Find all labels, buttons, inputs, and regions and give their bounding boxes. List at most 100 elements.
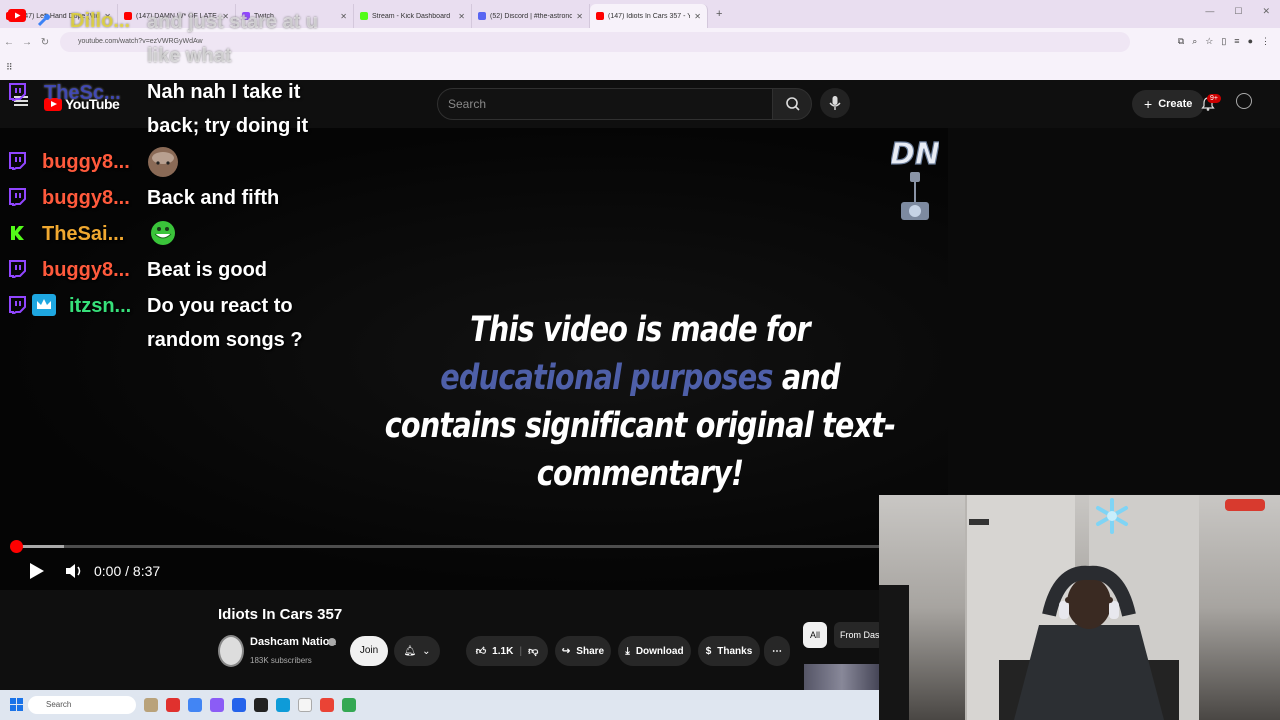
plus-icon: + (1144, 96, 1153, 112)
close-tab-icon[interactable]: ✕ (576, 12, 583, 21)
browser-tab-active[interactable]: (147) Idiots In Cars 357 - YouTube ✕ (590, 4, 708, 28)
account-avatar[interactable] (1236, 93, 1252, 109)
more-actions-button[interactable]: ⋯ (764, 636, 790, 666)
twitch-platform-icon (9, 188, 26, 206)
close-window-icon[interactable]: ✕ (1262, 6, 1270, 17)
chat-username: itzsn... (69, 295, 132, 317)
search-input[interactable]: Search (437, 88, 773, 120)
webcam-overlay (879, 495, 1280, 720)
disclaimer-part: This video is made for (470, 310, 811, 350)
join-button[interactable]: Join (350, 636, 388, 666)
window-controls: — ☐ ✕ (1205, 6, 1270, 17)
profile-icon[interactable]: ● (1248, 36, 1253, 47)
voice-search-button[interactable] (820, 88, 850, 118)
app-icon[interactable] (144, 698, 158, 712)
tab-title: Stream - Kick Dashboard (372, 12, 451, 20)
bookmark-star-icon[interactable]: ☆ (1205, 36, 1213, 47)
obs-icon[interactable] (254, 698, 268, 712)
chat-username: buggy8... (42, 187, 130, 209)
screenshot-icon[interactable]: ⧉ (1178, 36, 1184, 47)
download-button[interactable]: ⤓ Download (618, 636, 691, 666)
youtube-favicon-icon (596, 12, 604, 20)
door-sign-icon (969, 519, 989, 525)
disclaimer-highlight: educational purposes (440, 358, 773, 398)
kick-favicon-icon (360, 12, 368, 20)
thanks-icon: $ (705, 645, 712, 657)
chat-message: Beat is good (147, 259, 268, 281)
progress-bar[interactable] (16, 545, 880, 548)
close-tab-icon[interactable]: ✕ (694, 12, 701, 21)
chat-message: and just stare at u (147, 11, 319, 33)
chat-message: Do you react to (147, 295, 293, 317)
chat-username: buggy8... (42, 259, 130, 281)
play-icon[interactable] (28, 561, 46, 581)
video-side-area (948, 128, 1280, 494)
chair-edge-icon (879, 585, 909, 720)
channel-avatar[interactable] (218, 635, 244, 667)
progress-buffer (16, 545, 64, 548)
search-button[interactable] (772, 88, 812, 120)
crown-badge-icon (32, 294, 56, 316)
more-icon: ⋯ (772, 645, 782, 657)
chat-message: random songs ? (147, 329, 303, 351)
twitch-platform-icon (9, 296, 26, 314)
notification-count-badge: 9+ (1207, 94, 1221, 103)
chip-from-channel[interactable]: From Dashcam Nation (834, 622, 884, 648)
disclaimer-part: and (781, 358, 841, 398)
progress-scrubber[interactable] (10, 540, 23, 553)
thanks-button[interactable]: $ Thanks (698, 636, 760, 666)
twitch-platform-icon (9, 152, 26, 170)
close-tab-icon[interactable]: ✕ (458, 12, 465, 21)
browser-tab[interactable]: (52) Discord | #the-astronomical ✕ (472, 4, 590, 28)
youtube-platform-icon (8, 9, 26, 22)
windows-start-icon[interactable] (10, 698, 23, 711)
channel-name[interactable]: Dashcam Nation (250, 636, 336, 648)
video-disclaimer-text: This video is made for educational purpo… (378, 306, 903, 498)
google-icon[interactable] (188, 698, 202, 712)
like-dislike-button[interactable]: 👍︎ 1.1K | 👎︎ (466, 636, 548, 666)
taskbar-search[interactable]: Search (28, 696, 136, 714)
like-count: 1.1K (492, 645, 514, 657)
time-display: 0:00 / 8:37 (94, 563, 161, 579)
download-icon: ⤓ (625, 645, 630, 657)
close-tab-icon[interactable]: ✕ (340, 12, 347, 21)
browser-tab[interactable]: Stream - Kick Dashboard ✕ (354, 4, 472, 28)
edge-icon[interactable] (276, 698, 290, 712)
subscribed-bell-button[interactable]: 🔔︎ ⌄ (394, 636, 440, 666)
app-icon[interactable] (232, 698, 246, 712)
face-emote-icon (148, 147, 178, 177)
download-label: Download (635, 645, 684, 657)
thumbs-up-icon: 👍︎ (475, 646, 487, 657)
maximize-icon[interactable]: ☐ (1234, 6, 1242, 17)
opera-icon[interactable] (166, 698, 180, 712)
new-tab-icon[interactable]: + (716, 8, 722, 20)
chat-username: buggy8... (42, 151, 130, 173)
video-title: Idiots In Cars 357 (218, 606, 343, 623)
chat-message: Back and fifth (147, 187, 280, 209)
taskbar-apps (144, 698, 356, 712)
chrome-icon[interactable] (320, 698, 334, 712)
app-icon[interactable] (342, 698, 356, 712)
bell-icon: 🔔︎ (403, 645, 417, 657)
twitch-platform-icon (9, 260, 26, 278)
dashcam-nation-watermark-icon: DN (891, 136, 939, 220)
create-button[interactable]: + Create (1132, 90, 1205, 118)
menu-icon[interactable]: ⋮ (1261, 36, 1270, 47)
watermark-text: DN (891, 137, 939, 172)
minimize-icon[interactable]: — (1205, 6, 1214, 17)
file-icon[interactable] (298, 698, 312, 712)
app-icon[interactable] (210, 698, 224, 712)
share-button[interactable]: ↪ Share (555, 636, 611, 666)
share-label: Share (576, 645, 605, 657)
chip-all[interactable]: All (803, 622, 827, 648)
extensions-icon[interactable]: ≡ (1234, 36, 1239, 47)
volume-icon[interactable] (64, 562, 84, 580)
sidepanel-icon[interactable]: ▯ (1221, 36, 1226, 47)
microphone-arm-icon (1225, 499, 1265, 511)
subscriber-count: 183K subscribers (250, 656, 312, 665)
thanks-label: Thanks (717, 645, 753, 657)
zoom-icon[interactable]: ⌕ (1192, 36, 1197, 47)
recommended-thumbnail[interactable] (804, 664, 880, 690)
create-label: Create (1158, 98, 1193, 110)
thumbs-down-icon[interactable]: 👎︎ (528, 645, 538, 657)
